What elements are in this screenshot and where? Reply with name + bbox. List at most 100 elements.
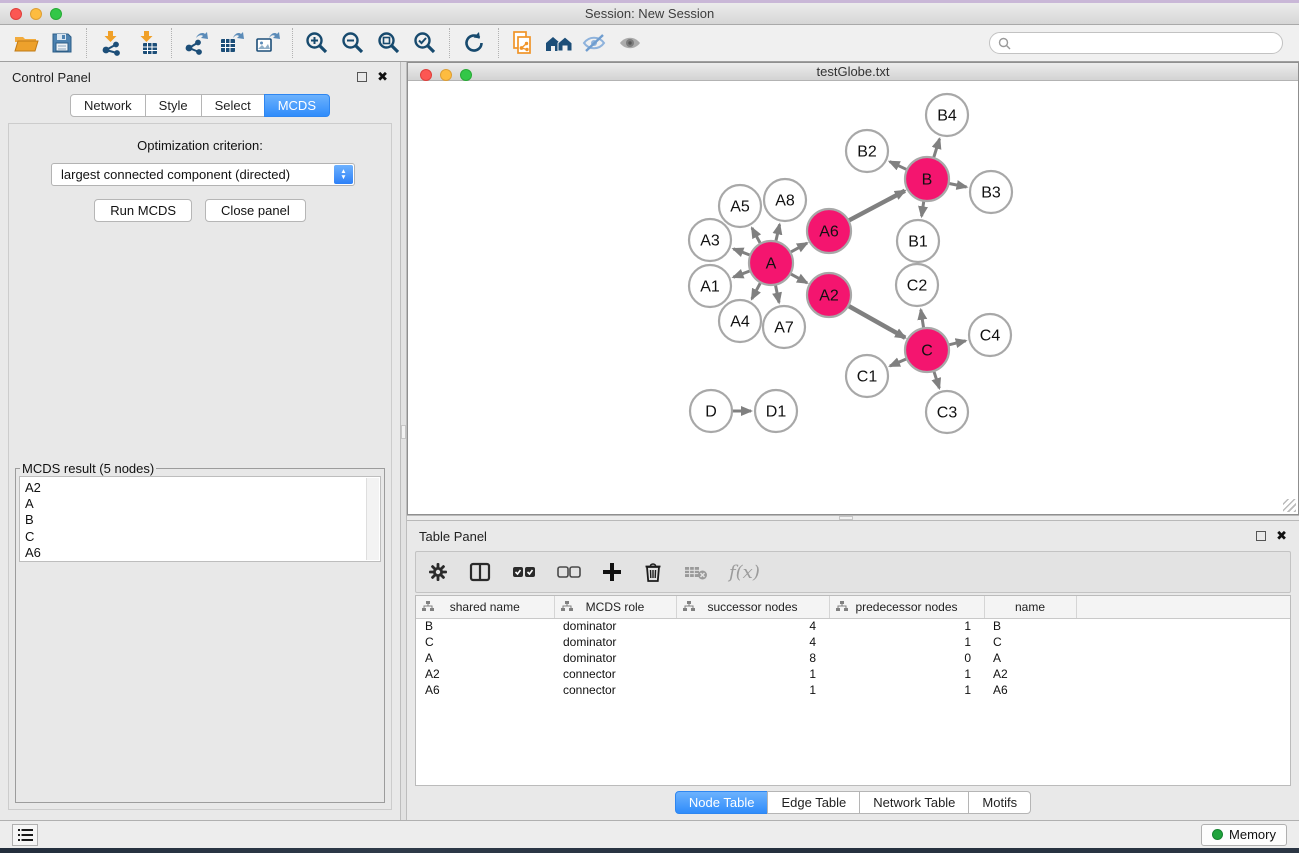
export-table-button[interactable] [214, 27, 250, 59]
tab-mcds[interactable]: MCDS [264, 94, 330, 117]
edge-A-A6[interactable] [790, 243, 807, 252]
zoom-fit-button[interactable] [371, 27, 407, 59]
close-panel-icon[interactable]: ✖ [1276, 531, 1287, 541]
network-minimize-button[interactable] [440, 69, 452, 81]
optimization-criterion-dropdown[interactable]: largest connected component (directed) ▲… [51, 163, 355, 186]
table-row[interactable]: Cdominator41C [416, 634, 1290, 650]
zoom-in-button[interactable] [299, 27, 335, 59]
add-column-button[interactable] [602, 562, 622, 582]
vertical-splitter[interactable] [400, 62, 407, 820]
edge-A-A5[interactable] [752, 228, 761, 244]
open-file-button[interactable] [8, 27, 44, 59]
search-field[interactable] [989, 32, 1283, 54]
node-label-B4: B4 [937, 108, 957, 125]
show-all-button[interactable] [613, 27, 649, 59]
edge-C-C1[interactable] [890, 359, 907, 366]
show-column-panel-button[interactable] [469, 562, 491, 582]
task-history-button[interactable] [12, 824, 38, 846]
apply-function-button[interactable]: f(x) [729, 562, 760, 583]
zoom-selected-button[interactable] [407, 27, 443, 59]
table-row[interactable]: Adominator80A [416, 650, 1290, 666]
tab-style[interactable]: Style [145, 94, 202, 117]
checked-boxes-icon [512, 565, 536, 579]
column-header-successor-nodes[interactable]: successor nodes [676, 596, 829, 618]
edge-A-A2[interactable] [790, 274, 807, 283]
tab-edge-table[interactable]: Edge Table [767, 791, 860, 814]
edge-B-B3[interactable] [949, 183, 967, 187]
horizontal-splitter[interactable] [407, 515, 1299, 521]
delete-column-button[interactable] [643, 561, 663, 583]
edge-A-A1[interactable] [733, 271, 750, 277]
edge-A-A8[interactable] [776, 224, 780, 241]
result-item[interactable]: C [25, 529, 380, 545]
export-image-button[interactable] [250, 27, 286, 59]
minimize-window-button[interactable] [30, 8, 42, 20]
network-traffic-lights [420, 69, 472, 81]
splitter-grip[interactable] [401, 425, 406, 439]
edge-C-C3[interactable] [934, 371, 940, 388]
select-all-rows-button[interactable] [512, 565, 536, 579]
deselect-all-rows-button[interactable] [557, 565, 581, 579]
table-settings-button[interactable] [428, 562, 448, 582]
column-header-predecessor-nodes[interactable]: predecessor nodes [829, 596, 984, 618]
tab-network[interactable]: Network [70, 94, 146, 117]
column-header-MCDS-role[interactable]: MCDS role [554, 596, 676, 618]
edge-C-C2[interactable] [921, 310, 924, 329]
export-network-button[interactable] [178, 27, 214, 59]
import-network-button[interactable] [93, 27, 129, 59]
tab-network-table[interactable]: Network Table [859, 791, 969, 814]
window-resize-grip[interactable] [1283, 499, 1296, 512]
edge-A2-C[interactable] [848, 306, 905, 338]
result-item[interactable]: A6 [25, 545, 380, 561]
network-canvas[interactable]: B4B2BB3A5A8A6A3B1AA1C2A2A4A7C4CC1C3DD1 [408, 81, 1298, 514]
memory-button[interactable]: Memory [1201, 824, 1287, 846]
close-window-button[interactable] [10, 8, 22, 20]
hide-selected-button[interactable] [577, 27, 613, 59]
zoom-out-button[interactable] [335, 27, 371, 59]
node-table[interactable]: shared nameMCDS rolesuccessor nodesprede… [415, 595, 1291, 786]
close-panel-icon[interactable]: ✖ [377, 72, 388, 82]
column-header-name[interactable]: name [984, 596, 1076, 618]
edge-A6-B[interactable] [848, 191, 904, 221]
tab-motifs[interactable]: Motifs [968, 791, 1031, 814]
result-item[interactable]: B [25, 512, 380, 528]
first-neighbors-button[interactable] [541, 27, 577, 59]
mcds-result-list[interactable]: A2ABCA6 [19, 476, 381, 562]
zoom-selected-icon [412, 30, 438, 56]
import-network-icon [99, 30, 123, 56]
edge-A-A3[interactable] [733, 249, 750, 255]
edge-B-B2[interactable] [890, 162, 907, 170]
network-zoom-button[interactable] [460, 69, 472, 81]
close-panel-button[interactable]: Close panel [205, 199, 306, 222]
table-row[interactable]: A2connector11A2 [416, 666, 1290, 682]
result-item[interactable]: A [25, 496, 380, 512]
toolbar-separator [86, 28, 87, 58]
new-network-from-selection-button[interactable] [505, 27, 541, 59]
import-table-button[interactable] [129, 27, 165, 59]
edge-A-A4[interactable] [752, 282, 761, 299]
delete-table-icon [684, 563, 708, 581]
tab-node-table[interactable]: Node Table [675, 791, 769, 814]
result-list-scrollbar[interactable] [366, 478, 379, 560]
column-header-shared-name[interactable]: shared name [416, 596, 554, 618]
table-row[interactable]: Bdominator41B [416, 618, 1290, 634]
edge-C-C4[interactable] [948, 341, 965, 345]
table-row[interactable]: A6connector11A6 [416, 682, 1290, 698]
result-item[interactable]: A2 [25, 480, 380, 496]
control-panel: Control Panel ✖ NetworkStyleSelectMCDS O… [0, 62, 400, 820]
float-panel-icon[interactable] [1256, 531, 1266, 541]
edge-B-B1[interactable] [922, 201, 924, 216]
delete-table-button[interactable] [684, 563, 708, 581]
node-label-D: D [705, 404, 717, 421]
splitter-grip[interactable] [839, 516, 853, 520]
zoom-window-button[interactable] [50, 8, 62, 20]
edge-A-A7[interactable] [775, 285, 779, 303]
save-session-button[interactable] [44, 27, 80, 59]
run-mcds-button[interactable]: Run MCDS [94, 199, 192, 222]
search-input[interactable] [1016, 36, 1274, 50]
float-panel-icon[interactable] [357, 72, 367, 82]
edge-B-B4[interactable] [934, 139, 940, 158]
network-close-button[interactable] [420, 69, 432, 81]
tab-select[interactable]: Select [201, 94, 265, 117]
apply-layout-button[interactable] [456, 27, 492, 59]
